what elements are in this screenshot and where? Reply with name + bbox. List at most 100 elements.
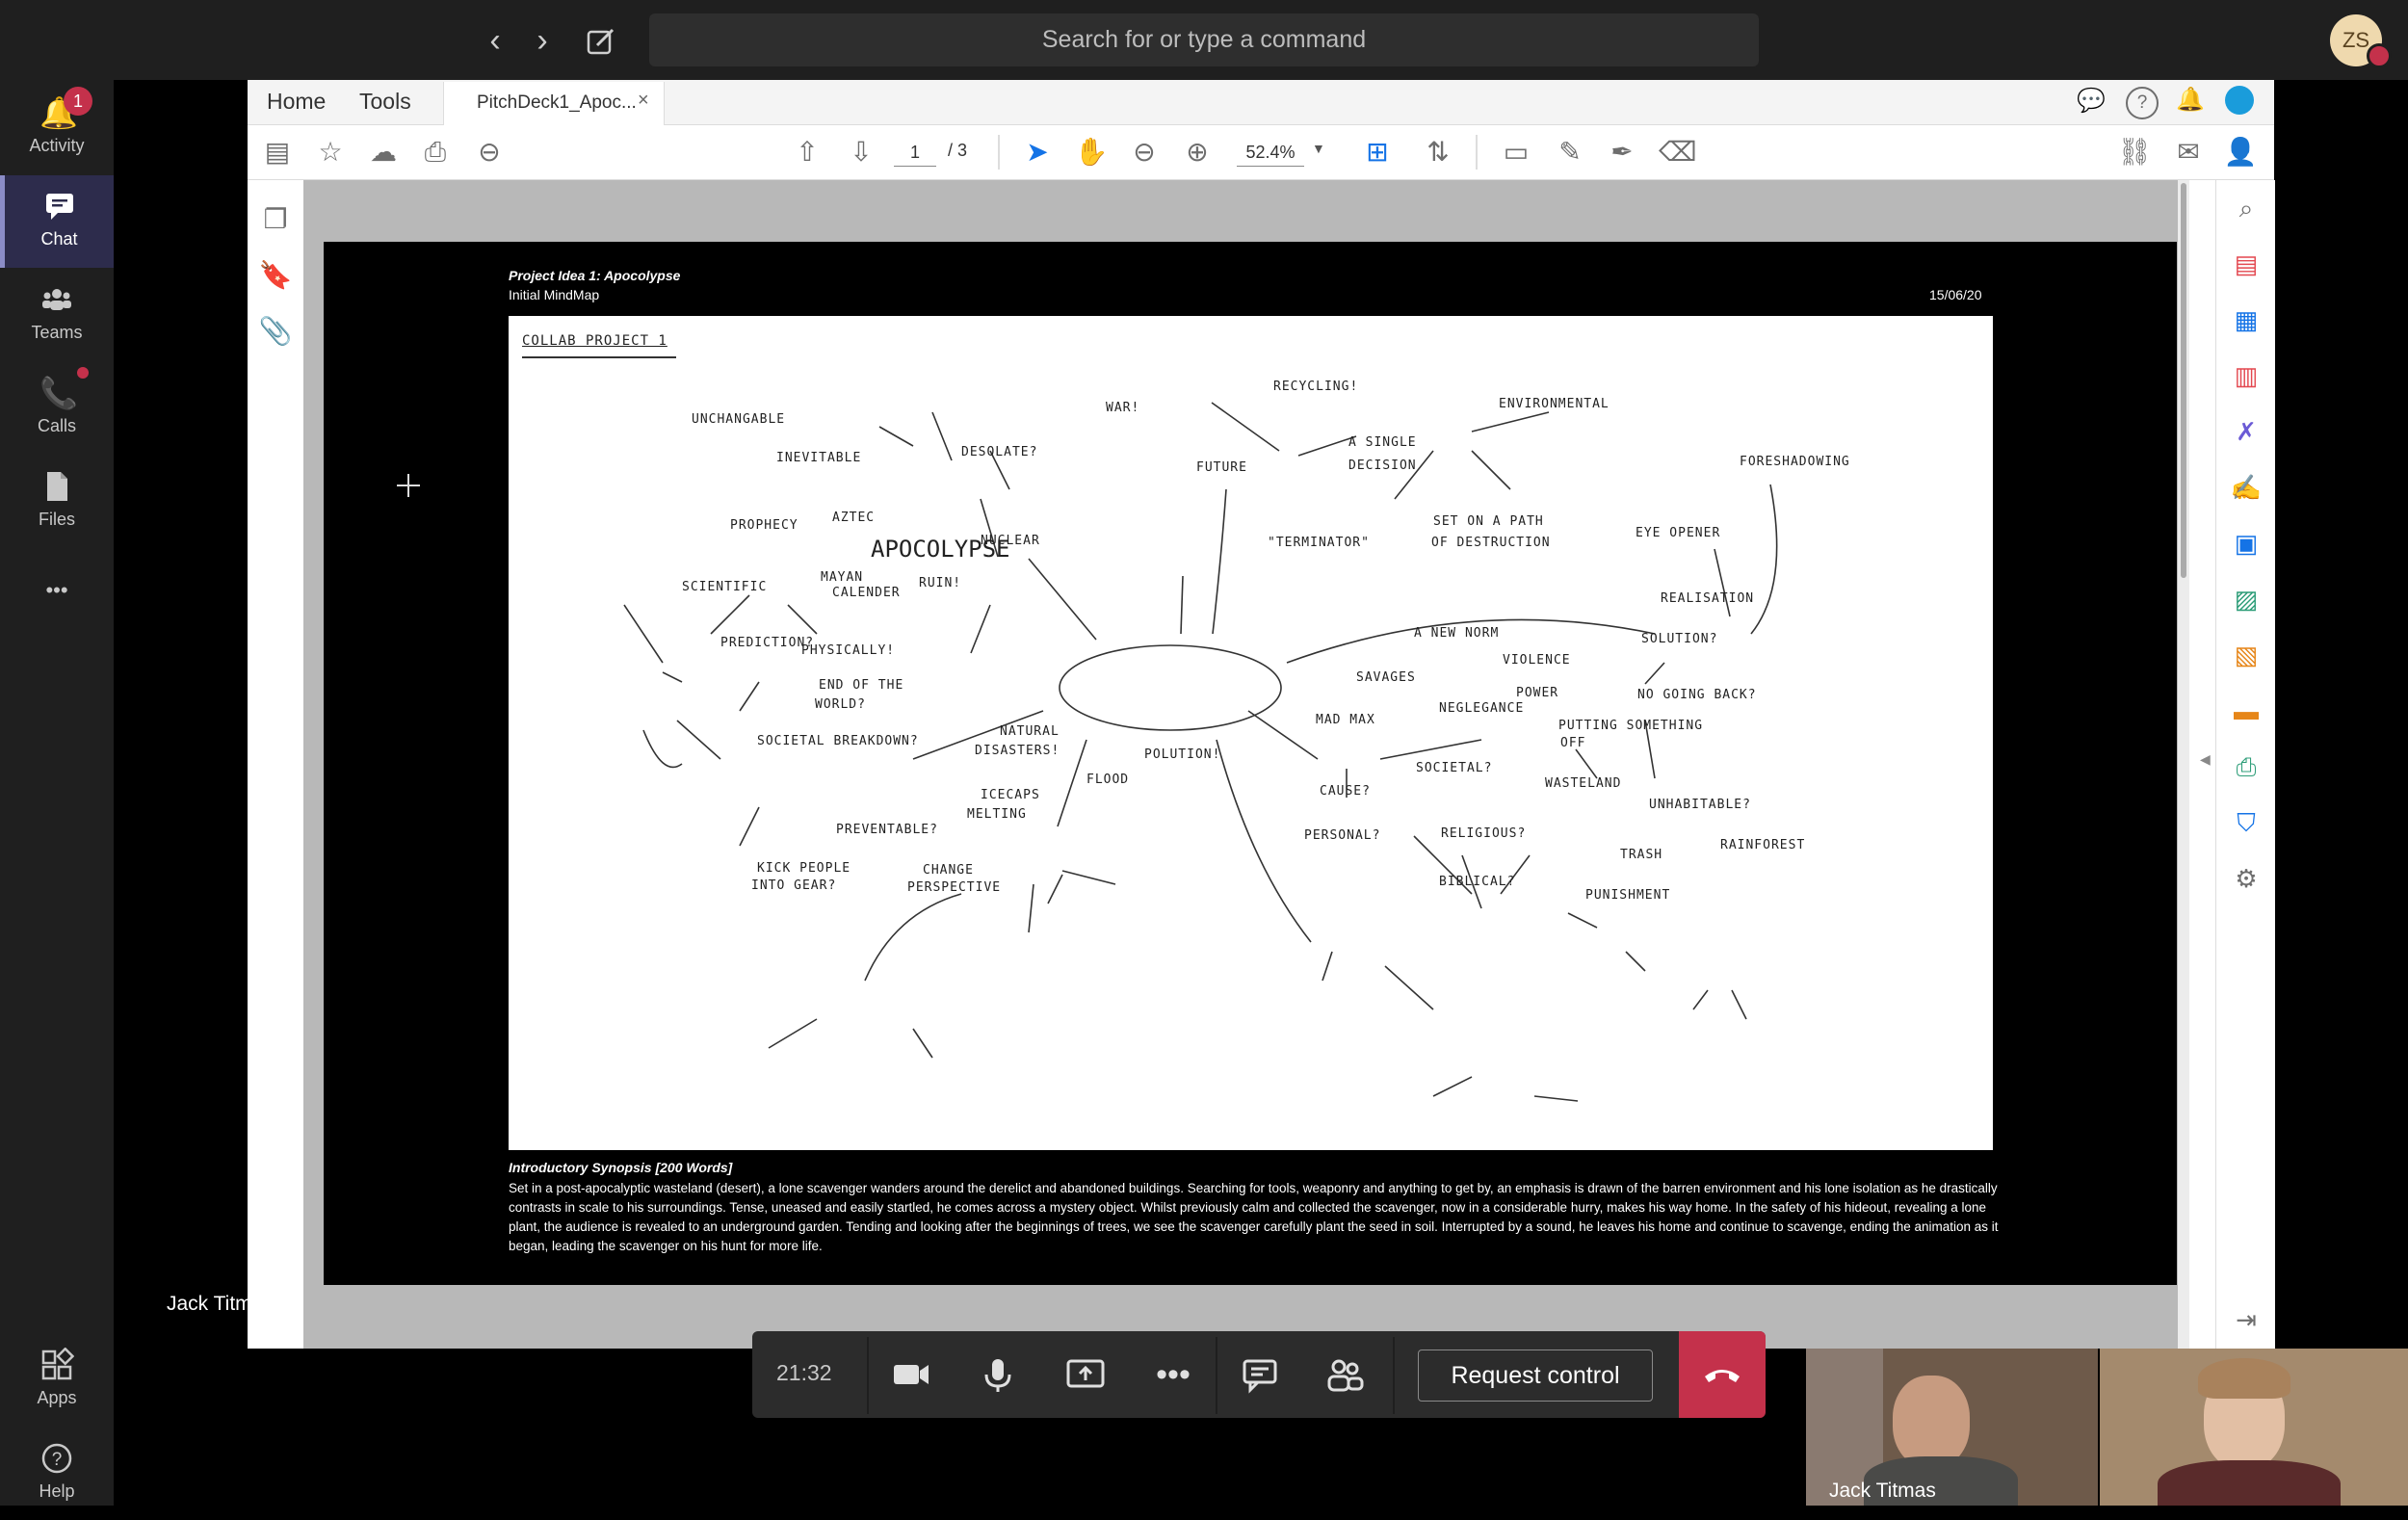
account-icon[interactable]	[2225, 86, 2254, 115]
protect-icon[interactable]: ⛉	[2229, 805, 2264, 840]
highlight-icon[interactable]: ✎	[1553, 135, 1587, 170]
pages-icon[interactable]: ❐	[258, 202, 293, 237]
help-icon[interactable]: ?	[2126, 87, 2159, 119]
organize-pages-icon[interactable]: ▥	[2229, 358, 2264, 393]
mindmap-node: OF DESTRUCTION	[1431, 536, 1551, 550]
chat-icon[interactable]	[1237, 1351, 1283, 1398]
hang-up-icon	[1705, 1370, 1740, 1382]
hand-icon[interactable]: ✋	[1074, 135, 1109, 170]
fill-sign-icon[interactable]: ✗	[2229, 414, 2264, 449]
mail-icon[interactable]: ✉	[2171, 135, 2206, 170]
comment-tool-icon[interactable]: ▬	[2229, 694, 2264, 728]
rail-item-teams[interactable]: Teams	[0, 269, 114, 361]
rail-item-label: Apps	[37, 1388, 77, 1407]
missed-call-dot	[77, 367, 89, 379]
print-production-icon[interactable]: ⎙	[2229, 749, 2264, 784]
zoom-out-icon[interactable]: ⊖	[472, 135, 507, 170]
participant-video-2[interactable]	[2100, 1349, 2408, 1506]
more-tools-icon[interactable]: ⚙	[2229, 861, 2264, 896]
mindmap-node: DESOLATE?	[961, 445, 1038, 459]
mindmap-node: RECYCLING!	[1273, 380, 1359, 394]
link-icon[interactable]: ⛓	[2117, 135, 2152, 170]
bell-icon[interactable]: 🔔	[2176, 86, 2207, 117]
comment-icon[interactable]: 💬	[2077, 87, 2107, 118]
previous-page-icon[interactable]: ⇧	[790, 135, 824, 170]
close-tab-icon[interactable]: ×	[638, 90, 649, 112]
compare-icon[interactable]: ▨	[2229, 582, 2264, 616]
mindmap-node: OFF	[1560, 736, 1586, 750]
fit-page-icon[interactable]: ⊞	[1360, 135, 1395, 170]
comment-icon[interactable]: ▭	[1499, 135, 1533, 170]
collapse-panel-icon[interactable]: ⇥	[2229, 1302, 2264, 1337]
compose-icon[interactable]	[584, 24, 618, 59]
save-icon[interactable]: ▤	[260, 135, 295, 170]
rail-item-activity[interactable]: 🔔 Activity	[0, 82, 114, 174]
print-icon[interactable]: ⎙	[418, 135, 453, 170]
mindmap-node: PUNISHMENT	[1585, 888, 1671, 903]
page-number-input[interactable]: 1	[894, 139, 936, 167]
microphone-icon[interactable]	[975, 1351, 1021, 1398]
upload-icon[interactable]: ☁	[366, 135, 401, 170]
participant-face	[1893, 1376, 1970, 1468]
rail-item-apps[interactable]: Apps	[0, 1334, 114, 1427]
more-options-icon[interactable]: •••	[1150, 1351, 1196, 1398]
synopsis-text: Set in a post-apocalyptic wasteland (des…	[509, 1181, 1999, 1253]
zoom-in-icon[interactable]: ⊕	[1180, 135, 1215, 170]
scrollbar-thumb[interactable]	[2181, 183, 2186, 578]
select-cursor-icon[interactable]: ➤	[1020, 135, 1055, 170]
rail-item-chat[interactable]: Chat	[0, 175, 114, 268]
share-screen-icon[interactable]	[1062, 1351, 1109, 1398]
call-timer: 21:32	[776, 1360, 832, 1385]
edit-pdf-icon[interactable]: ▦	[2229, 302, 2264, 337]
divider	[1216, 1337, 1217, 1414]
export-pdf-icon[interactable]: ▤	[2229, 247, 2264, 281]
scroll-mode-icon[interactable]: ⇅	[1421, 135, 1455, 170]
next-page-icon[interactable]: ⇩	[844, 135, 878, 170]
divider	[867, 1337, 869, 1414]
participants-icon[interactable]	[1322, 1351, 1368, 1398]
mindmap-node: DECISION	[1348, 459, 1417, 473]
mindmap-node: VIOLENCE	[1503, 653, 1571, 668]
rail-item-calls[interactable]: 📞 Calls	[0, 362, 114, 455]
search-input[interactable]: Search for or type a command	[649, 13, 1759, 66]
rail-item-files[interactable]: Files	[0, 456, 114, 548]
mindmap-node: NATURAL	[1000, 724, 1060, 739]
bookmark-icon[interactable]: 🔖	[258, 258, 293, 293]
menu-home[interactable]: Home	[267, 89, 326, 115]
erase-icon[interactable]: ⌫	[1659, 135, 1697, 170]
mindmap-node: PROPHECY	[730, 518, 798, 533]
more-apps-icon[interactable]: •••	[0, 578, 114, 603]
mindmap-node: WASTELAND	[1545, 776, 1622, 791]
menu-tools[interactable]: Tools	[359, 89, 411, 115]
help-icon: ?	[39, 1441, 74, 1476]
zoom-out-icon[interactable]: ⊖	[1127, 135, 1162, 170]
mindmap-node: ICECAPS	[981, 788, 1040, 802]
sign-icon[interactable]: ✍	[2229, 470, 2264, 505]
slide-title: Project Idea 1: Apocolypse	[509, 268, 681, 283]
pdf-side-panel	[248, 180, 304, 1349]
request-control-button[interactable]: Request control	[1418, 1350, 1653, 1402]
rail-item-label: Activity	[29, 136, 85, 155]
search-icon[interactable]: ⌕	[2229, 191, 2264, 225]
forward-icon[interactable]: ›	[523, 21, 562, 60]
create-pdf-icon[interactable]: ▣	[2229, 526, 2264, 561]
chevron-down-icon[interactable]: ▼	[1312, 141, 1325, 156]
mindmap-node: A NEW NORM	[1414, 626, 1500, 641]
mindmap-node: CALENDER	[832, 586, 901, 600]
participant-hair	[2198, 1358, 2290, 1399]
attachment-icon[interactable]: 📎	[258, 314, 293, 349]
draw-icon[interactable]: ✒	[1605, 135, 1639, 170]
send-review-icon[interactable]: ▧	[2229, 638, 2264, 672]
document-tab[interactable]: PitchDeck1_Apoc...	[443, 82, 665, 125]
collapse-right-icon[interactable]: ◀	[2200, 751, 2211, 768]
participant-video-1[interactable]: Jack Titmas	[1806, 1349, 2098, 1506]
rail-item-help[interactable]: ? Help	[0, 1428, 114, 1520]
mindmap-node: FLOOD	[1086, 773, 1130, 787]
back-icon[interactable]: ‹	[476, 21, 514, 60]
hang-up-button[interactable]	[1679, 1331, 1766, 1418]
apps-icon	[39, 1347, 75, 1382]
camera-icon[interactable]	[888, 1351, 934, 1398]
star-icon[interactable]: ☆	[313, 135, 348, 170]
zoom-level-input[interactable]: 52.4%	[1237, 139, 1304, 167]
add-user-icon[interactable]: 👤	[2223, 135, 2258, 170]
